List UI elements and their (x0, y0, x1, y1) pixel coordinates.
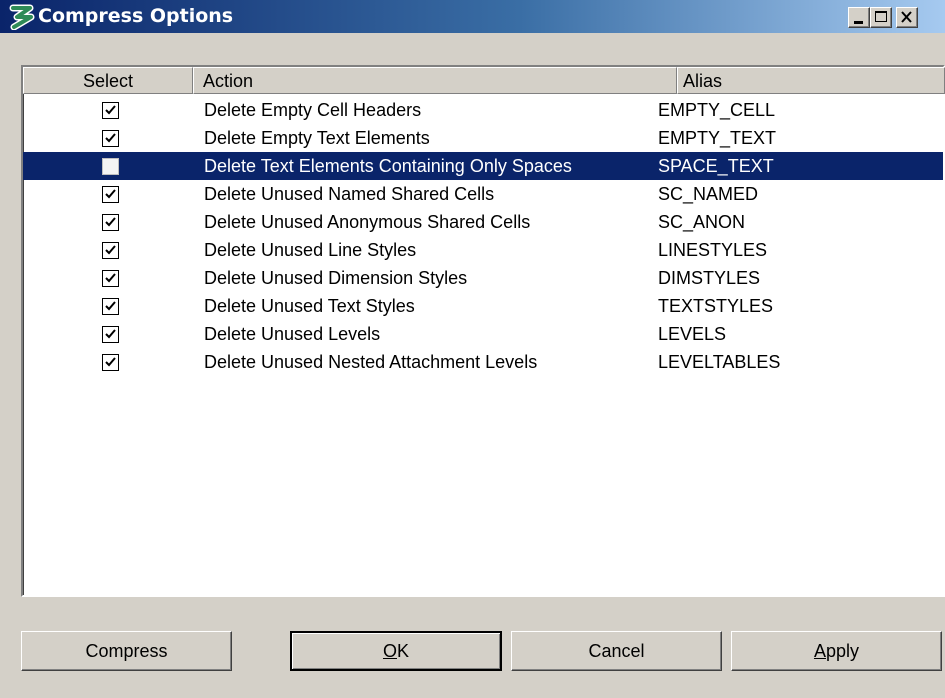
row-action: Delete Unused Line Styles (204, 240, 417, 260)
checkmark-icon (105, 301, 116, 311)
list-row[interactable]: Delete Empty Text Elements EMPTY_TEXT (23, 124, 943, 152)
row-alias: DIMSTYLES (658, 268, 761, 288)
row-alias: EMPTY_CELL (658, 100, 776, 120)
checkmark-icon (105, 105, 116, 115)
apply-label: pply (825, 641, 860, 661)
ok-label: K (397, 641, 410, 661)
minimize-button[interactable] (848, 7, 870, 28)
row-checkbox[interactable] (102, 242, 119, 259)
list-header: Select Action Alias (23, 67, 945, 95)
column-header-action[interactable]: Action (193, 67, 677, 94)
list-row[interactable]: Delete Unused Anonymous Shared Cells SC_… (23, 208, 943, 236)
row-alias: LEVELTABLES (658, 352, 781, 372)
list-row[interactable]: Delete Unused Text Styles TEXTSTYLES (23, 292, 943, 320)
list-row[interactable]: Delete Unused Named Shared Cells SC_NAME… (23, 180, 943, 208)
row-action: Delete Empty Cell Headers (204, 100, 422, 120)
compress-button[interactable]: Compress (21, 631, 232, 671)
row-checkbox-unchecked[interactable] (102, 158, 119, 175)
checkmark-icon (105, 273, 116, 283)
list-row[interactable]: Delete Empty Cell Headers EMPTY_CELL (23, 96, 943, 124)
row-action: Delete Unused Named Shared Cells (204, 184, 495, 204)
list-row[interactable]: Delete Unused Nested Attachment Levels L… (23, 348, 943, 376)
row-checkbox[interactable] (102, 130, 119, 147)
cancel-button[interactable]: Cancel (511, 631, 722, 671)
row-action: Delete Unused Nested Attachment Levels (204, 352, 538, 372)
apply-button[interactable]: Apply (731, 631, 942, 671)
checkmark-icon (105, 189, 116, 199)
checkmark-icon (105, 357, 116, 367)
row-alias: SC_ANON (658, 212, 746, 232)
checkmark-icon (105, 133, 116, 143)
row-checkbox[interactable] (102, 186, 119, 203)
row-checkbox[interactable] (102, 214, 119, 231)
ok-mnemonic: O (382, 641, 397, 661)
checkmark-icon (105, 329, 116, 339)
apply-mnemonic: A (813, 641, 826, 661)
ok-button[interactable]: OK (290, 631, 502, 671)
maximize-button[interactable] (870, 7, 892, 28)
list-row-selected[interactable]: Delete Text Elements Containing Only Spa… (23, 152, 943, 180)
column-header-alias[interactable]: Alias (677, 67, 945, 94)
maximize-icon (875, 11, 887, 22)
list-row[interactable]: Delete Unused Line Styles LINESTYLES (23, 236, 943, 264)
close-icon (901, 11, 912, 23)
row-alias: TEXTSTYLES (658, 296, 774, 316)
compress-options-dialog: Compress Options Select Action Alias Del… (0, 0, 945, 698)
row-alias: LINESTYLES (658, 240, 768, 260)
close-button[interactable] (896, 7, 918, 28)
row-checkbox[interactable] (102, 354, 119, 371)
bentley-app-icon (9, 4, 35, 30)
row-checkbox[interactable] (102, 102, 119, 119)
checkmark-icon (105, 217, 116, 227)
row-alias: SC_NAMED (658, 184, 759, 204)
row-action: Delete Unused Levels (204, 324, 381, 344)
minimize-icon (854, 21, 863, 24)
row-action: Delete Text Elements Containing Only Spa… (204, 156, 572, 176)
row-checkbox[interactable] (102, 270, 119, 287)
list-row[interactable]: Delete Unused Levels LEVELS (23, 320, 943, 348)
column-header-select[interactable]: Select (23, 67, 193, 94)
row-action: Delete Empty Text Elements (204, 128, 430, 148)
list-rows: Delete Empty Cell Headers EMPTY_CELL Del… (23, 96, 943, 376)
row-action: Delete Unused Text Styles (204, 296, 415, 316)
row-alias: LEVELS (658, 324, 727, 344)
row-alias: EMPTY_TEXT (658, 128, 777, 148)
title-bar[interactable]: Compress Options (0, 0, 945, 33)
window-title: Compress Options (38, 5, 234, 27)
row-action: Delete Unused Anonymous Shared Cells (204, 212, 531, 232)
row-alias: SPACE_TEXT (658, 156, 774, 176)
row-checkbox[interactable] (102, 326, 119, 343)
checkmark-icon (105, 245, 116, 255)
list-row[interactable]: Delete Unused Dimension Styles DIMSTYLES (23, 264, 943, 292)
row-action: Delete Unused Dimension Styles (204, 268, 468, 288)
compress-options-list[interactable]: Select Action Alias Delete Empty Cell He… (21, 65, 945, 597)
row-checkbox[interactable] (102, 298, 119, 315)
